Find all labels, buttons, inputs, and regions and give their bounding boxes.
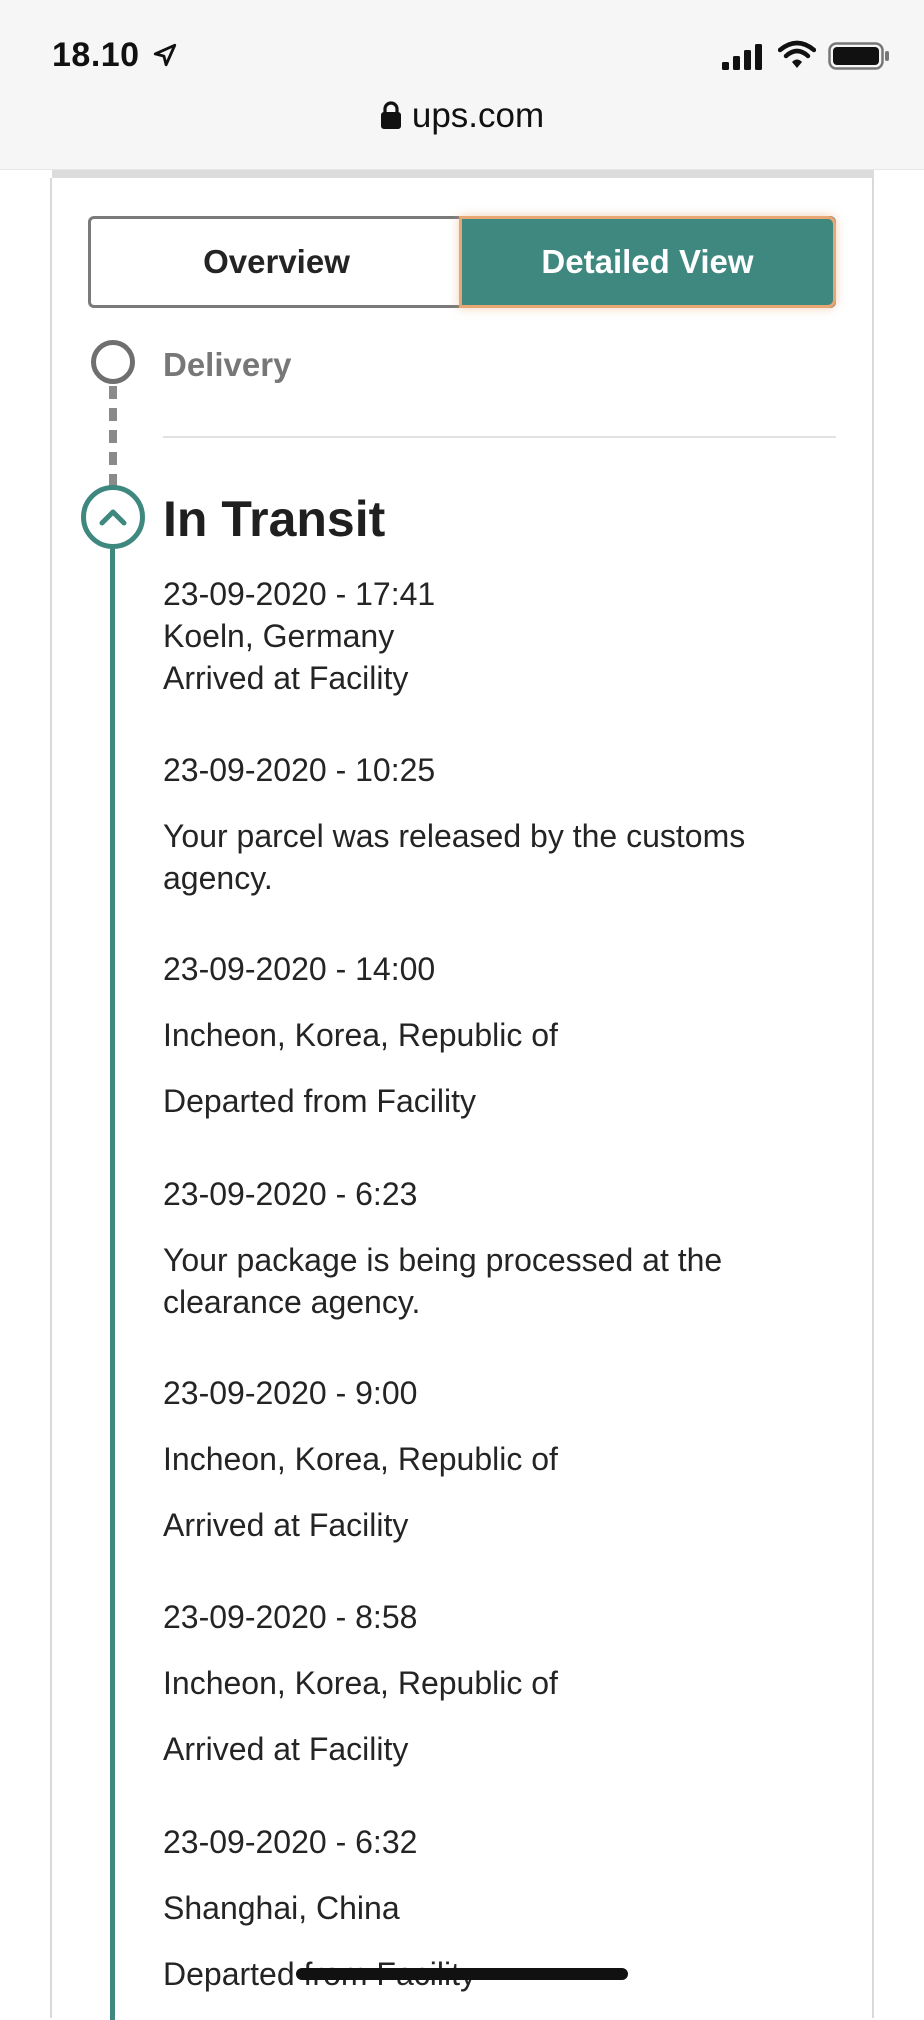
event-description: agency. <box>163 860 273 896</box>
home-indicator[interactable] <box>296 1968 628 1980</box>
in-transit-heading: In Transit <box>163 491 386 547</box>
event-datetime: 23-09-2020 - 6:23 <box>163 1176 418 1212</box>
tracking-event: 23-09-2020 - 8:58 Incheon, Korea, Republ… <box>163 1596 836 1770</box>
url-bar[interactable]: ups.com <box>0 96 924 136</box>
event-datetime: 23-09-2020 - 9:00 <box>163 1375 418 1411</box>
event-datetime: 23-09-2020 - 6:32 <box>163 1824 418 1860</box>
status-bar: 18.10 ups.com <box>0 0 924 170</box>
event-description: clearance agency. <box>163 1284 421 1320</box>
event-location: Koeln, Germany <box>163 618 395 654</box>
event-location: Incheon, Korea, Republic of <box>163 1017 558 1053</box>
event-datetime: 23-09-2020 - 14:00 <box>163 951 436 987</box>
event-datetime: 23-09-2020 - 17:41 <box>163 576 436 612</box>
event-location: Shanghai, China <box>163 1890 400 1926</box>
battery-icon <box>828 42 889 70</box>
event-status: Arrived at Facility <box>163 660 409 696</box>
overview-tab[interactable]: Overview <box>91 219 462 305</box>
tracking-event: 23-09-2020 - 14:00 Incheon, Korea, Repub… <box>163 948 836 1122</box>
event-description: Your parcel was released by the customs <box>163 818 746 854</box>
event-datetime: 23-09-2020 - 8:58 <box>163 1599 418 1635</box>
event-status: Arrived at Facility <box>163 1507 409 1543</box>
status-time: 18.10 <box>52 36 140 74</box>
event-description: Your package is being processed at the <box>163 1242 723 1278</box>
tracking-event: 23-09-2020 - 6:23 Your package is being … <box>163 1173 836 1323</box>
tracking-event: 23-09-2020 - 10:25 Your parcel was relea… <box>163 749 836 899</box>
lock-icon <box>380 101 401 129</box>
timeline-dotted-connector <box>109 386 117 486</box>
location-arrow-icon <box>153 43 177 67</box>
event-location: Incheon, Korea, Republic of <box>163 1665 558 1701</box>
event-status: Arrived at Facility <box>163 1731 409 1767</box>
delivery-step-circle-icon <box>91 340 135 384</box>
detailed-view-tab[interactable]: Detailed View <box>462 219 833 305</box>
delivery-step-label: Delivery <box>163 346 292 383</box>
wifi-icon <box>778 40 816 68</box>
timeline-line <box>110 520 115 2020</box>
event-datetime: 23-09-2020 - 10:25 <box>163 752 436 788</box>
view-toggle: Overview Detailed View <box>88 216 836 308</box>
divider <box>163 436 836 438</box>
tracking-event: 23-09-2020 - 17:41 Koeln, Germany Arrive… <box>163 573 836 699</box>
url-domain: ups.com <box>411 96 545 135</box>
tracking-event: 23-09-2020 - 9:00 Incheon, Korea, Republ… <box>163 1372 836 1546</box>
event-location: Incheon, Korea, Republic of <box>163 1441 558 1477</box>
chevron-up-icon <box>99 509 127 526</box>
collapse-chevron-up-icon[interactable] <box>81 485 145 549</box>
cellular-signal-icon <box>722 44 762 70</box>
event-status: Departed from Facility <box>163 1083 476 1119</box>
